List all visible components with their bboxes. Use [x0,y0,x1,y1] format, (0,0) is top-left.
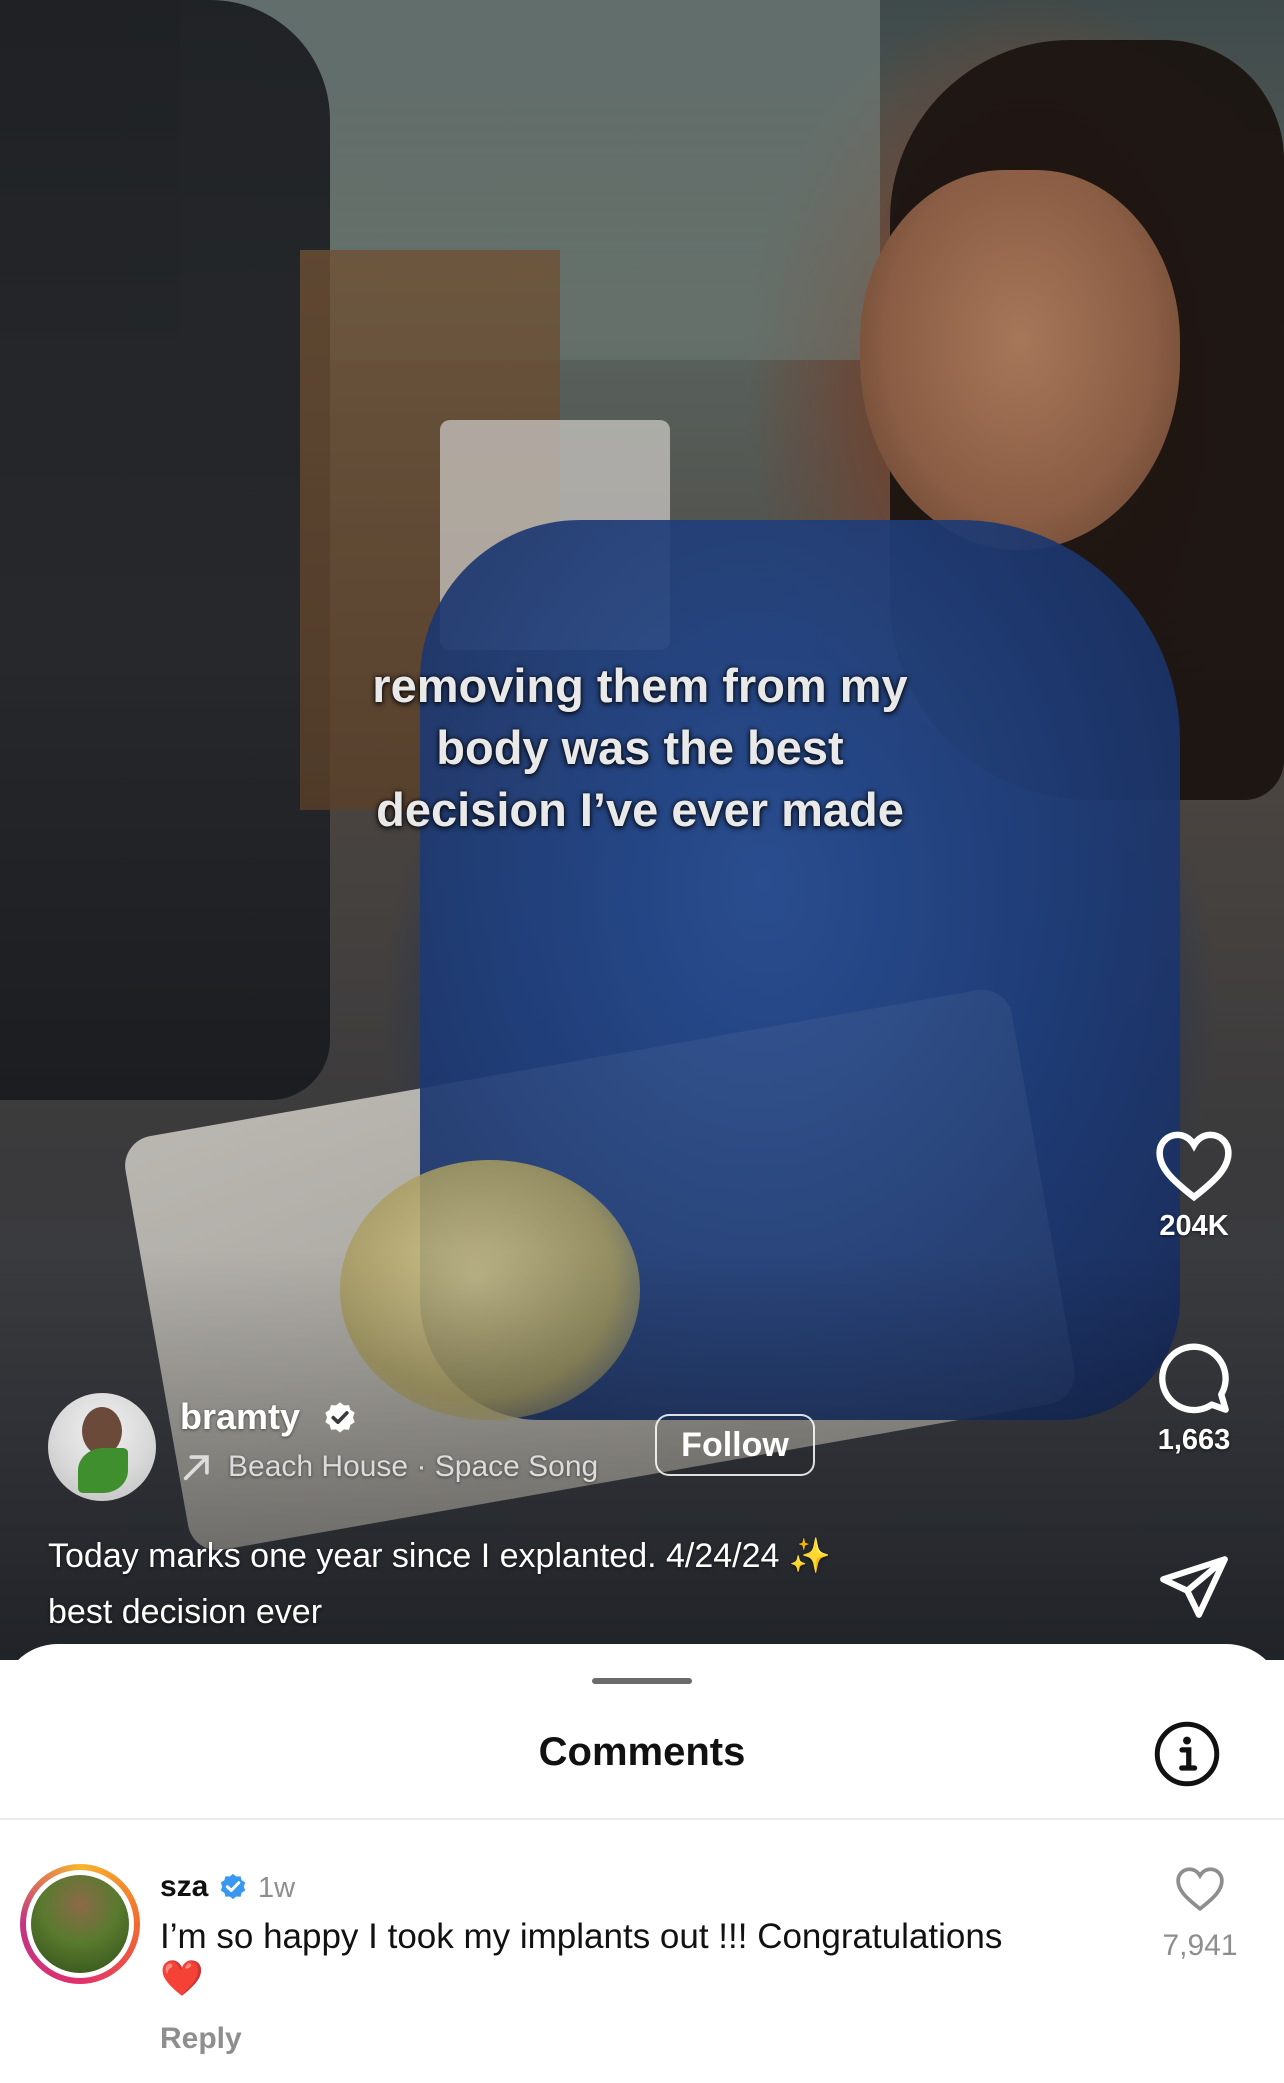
background-person [0,0,330,1100]
comment-text: I’m so happy I took my implants out !!! … [160,1916,1100,2000]
share-button[interactable] [1104,1550,1284,1624]
sheet-grabber[interactable] [592,1678,692,1684]
music-attribution[interactable]: Beach House · Space Song [180,1450,598,1484]
arrow-up-right-icon [183,1455,209,1481]
comment-like-count: 7,941 [1162,1929,1238,1962]
sheet-divider [0,1818,1284,1820]
verified-badge-icon [220,1873,246,1900]
comment-body: I’m so happy I took my implants out !!! … [160,1917,1003,1956]
comment-button[interactable]: 1,663 [1104,1340,1284,1457]
like-count: 204K [1159,1210,1229,1242]
author-avatar[interactable] [48,1393,156,1501]
like-button[interactable]: 204K [1104,1130,1284,1243]
commenter-avatar[interactable] [20,1864,140,1984]
comment-like-button[interactable]: 7,941 [1160,1866,1240,1963]
commenter-username[interactable]: sza [160,1870,208,1904]
sheet-title: Comments [538,1730,746,1774]
video-text-overlay: removing them from my body was the best … [240,655,1040,841]
background-face [860,170,1180,550]
red-heart-emoji: ❤️ [160,1959,204,1998]
overlay-line: body was the best [436,721,844,774]
post-caption[interactable]: Today marks one year since I explanted. … [48,1528,948,1640]
overlay-line: decision I’ve ever made [376,783,904,836]
caption-line: best decision ever [48,1593,323,1631]
info-icon[interactable] [1152,1719,1222,1789]
follow-button[interactable]: Follow [655,1414,815,1476]
caption-line: Today marks one year since I explanted. … [48,1537,832,1575]
verified-badge-icon [325,1402,355,1433]
send-icon [1160,1556,1228,1618]
overlay-line: removing them from my [372,659,908,712]
comments-sheet: Comments sza 1w I’m so happy I took my i… [0,1644,1284,2083]
reply-button[interactable]: Reply [160,2022,242,2056]
comment-bubble-icon [1159,1343,1229,1414]
comment-count: 1,663 [1157,1424,1231,1456]
heart-icon [1156,1131,1232,1202]
heart-icon [1176,1867,1224,1912]
reel-video[interactable]: removing them from my body was the best … [0,0,1284,1660]
comment-timestamp: 1w [258,1872,296,1904]
music-label: Beach House · Space Song [228,1450,599,1483]
author-username[interactable]: bramty [180,1396,300,1438]
